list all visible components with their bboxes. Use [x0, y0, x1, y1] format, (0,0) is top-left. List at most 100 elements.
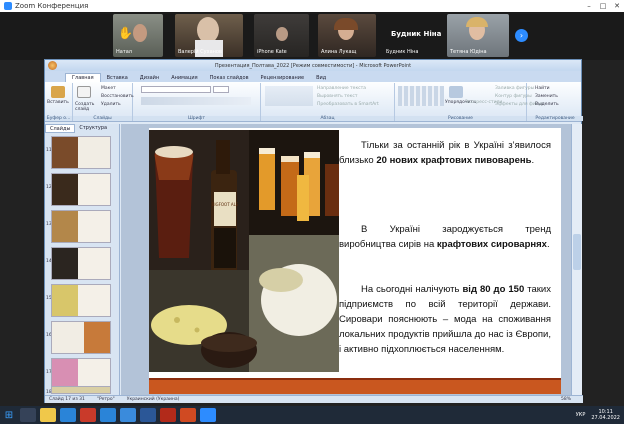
paragraph-cheese-trend: В Україні зароджується тренд виробництва… — [339, 224, 551, 250]
text-direction-button[interactable]: Направление текста — [317, 86, 366, 91]
group-label: Рисование — [395, 116, 526, 121]
reset-button[interactable]: Восстановить — [101, 94, 134, 99]
craft-beer-cheese-photo: BIGFOOT ALE — [149, 130, 339, 372]
ppt-window-title: Презентация_Полтава_2022 [Режим совмести… — [214, 62, 412, 69]
find-button[interactable]: Найти — [535, 86, 550, 91]
powerpoint-window-icon[interactable] — [180, 408, 196, 422]
tab-design[interactable]: Дизайн — [134, 74, 165, 82]
slide-bottom-bar — [149, 380, 561, 394]
app-icon[interactable] — [120, 408, 136, 422]
participant-tile[interactable]: Валерій Суханов — [175, 14, 243, 57]
paste-icon[interactable] — [51, 86, 65, 98]
participant-tile[interactable]: Тетяна Юдіна — [447, 14, 509, 57]
participant-name: Алина Лукащ — [321, 49, 357, 55]
tab-slides[interactable]: Слайды — [45, 124, 76, 133]
layout-button[interactable]: Макет — [101, 86, 116, 91]
slide-editor: BIGFOOT ALE Тільки за останній рік в Укр… — [121, 124, 571, 395]
group-font: Шрифт — [133, 83, 261, 121]
ppt-titlebar: Презентация_Полтава_2022 [Режим совмести… — [45, 60, 581, 71]
clock-date: 27.04.2022 — [591, 415, 620, 421]
minimize-icon[interactable]: – — [582, 2, 596, 10]
slides-panel: Слайды Структура 11 12 13 14 15 16 17 18 — [45, 124, 120, 395]
file-explorer-icon[interactable] — [40, 408, 56, 422]
group-label: Редактирование — [527, 116, 583, 121]
participant-name: iPhone Kate — [257, 49, 287, 55]
theme-name: "Ретро" — [96, 397, 115, 402]
participant-tile[interactable]: Будник Ніна Будник Ніна — [383, 14, 443, 57]
pdf-icon[interactable] — [160, 408, 176, 422]
group-label: Буфер о... — [45, 116, 72, 121]
windows-start-icon[interactable]: ⊞ — [0, 406, 18, 424]
font-name-field[interactable] — [141, 86, 211, 93]
bottle-label-text: BIGFOOT ALE — [212, 202, 239, 207]
slide-thumbnail[interactable] — [51, 386, 111, 394]
tab-outline[interactable]: Структура — [75, 124, 111, 133]
arrange-icon[interactable] — [449, 86, 463, 98]
replace-button[interactable]: Заменить — [535, 94, 558, 99]
tab-review[interactable]: Рецензирование — [255, 74, 311, 82]
next-page-icon[interactable]: › — [515, 29, 528, 42]
group-editing: Найти Заменить Выделить Редактирование — [527, 83, 583, 121]
outlook-icon[interactable] — [60, 408, 76, 422]
participant-name: Натал — [116, 49, 132, 55]
keyboard-language[interactable]: УКР — [576, 412, 586, 418]
align-text-button[interactable]: Выровнять текст — [317, 94, 357, 99]
panel-tabs: Слайды Структура — [45, 124, 119, 133]
participant-name: Будник Ніна — [386, 49, 419, 55]
word-icon[interactable] — [140, 408, 156, 422]
tab-animation[interactable]: Анимация — [165, 74, 203, 82]
powerpoint-window: Презентация_Полтава_2022 [Режим совмести… — [44, 59, 583, 403]
maximize-icon[interactable]: □ — [596, 2, 610, 10]
select-button[interactable]: Выделить — [535, 102, 559, 107]
participant-name: Тетяна Юдіна — [450, 49, 487, 55]
search-icon[interactable] — [20, 408, 36, 422]
slide-thumbnail[interactable] — [51, 247, 111, 280]
group-label: Шрифт — [133, 116, 260, 121]
ribbon-tabs: Главная Вставка Дизайн Анимация Показ сл… — [45, 71, 581, 82]
new-slide-button[interactable]: Создать слайд — [75, 102, 97, 112]
zoom-titlebar: Zoom Конференция – □ ✕ — [0, 0, 624, 12]
clock[interactable]: 10:11 27.04.2022 — [591, 409, 620, 421]
powerpoint-icon[interactable] — [80, 408, 96, 422]
shapes-gallery[interactable] — [398, 86, 444, 106]
system-tray: УКР 10:11 27.04.2022 — [576, 406, 620, 424]
para3-bold: від 80 до 150 — [462, 284, 525, 295]
slide-thumbnail[interactable] — [51, 321, 111, 354]
slide-thumbnail[interactable] — [51, 284, 111, 317]
paragraph-buttons[interactable] — [265, 86, 313, 106]
slide-thumbnail[interactable] — [51, 173, 111, 206]
edge-icon[interactable] — [100, 408, 116, 422]
participant-gallery: Натал ✋ Валерій Суханов iPhone Kate Алин… — [0, 12, 624, 60]
paste-button[interactable]: Вставить — [47, 100, 69, 105]
zoom-level[interactable]: 58% — [561, 397, 571, 402]
zoom-taskbar-icon[interactable] — [200, 408, 216, 422]
group-drawing: Упорядочить Экспресс-стили Заливка фигур… — [395, 83, 544, 121]
delete-button[interactable]: Удалить — [101, 102, 121, 107]
current-slide[interactable]: BIGFOOT ALE Тільки за останній рік в Укр… — [149, 128, 561, 394]
vertical-scrollbar[interactable] — [571, 124, 582, 395]
tab-view[interactable]: Вид — [310, 74, 332, 82]
office-button-icon[interactable] — [48, 61, 57, 70]
tab-home[interactable]: Главная — [65, 73, 101, 82]
font-format-buttons[interactable] — [141, 97, 251, 105]
zoom-logo-icon — [4, 2, 12, 10]
close-icon[interactable]: ✕ — [610, 2, 624, 10]
tab-slideshow[interactable]: Показ слайдов — [204, 74, 255, 82]
scroll-thumb[interactable] — [573, 234, 581, 270]
new-slide-icon[interactable] — [77, 86, 91, 98]
group-label: Слайды — [73, 116, 132, 121]
participant-name: Валерій Суханов — [178, 49, 222, 55]
slide-thumbnail[interactable] — [51, 136, 111, 169]
tab-insert[interactable]: Вставка — [101, 74, 134, 82]
participant-tile[interactable]: Алина Лукащ — [318, 14, 376, 57]
font-size-field[interactable] — [213, 86, 229, 93]
zoom-window-title: Zoom Конференция — [15, 2, 89, 10]
raised-hand-icon: ✋ — [118, 26, 133, 40]
smartart-button[interactable]: Преобразовать в SmartArt — [317, 102, 379, 107]
slide-thumbnail[interactable] — [51, 210, 111, 243]
windows-taskbar: ⊞ УКР 10:11 27.04.2022 — [0, 406, 624, 424]
ribbon: Вставить Буфер о... Создать слайд Макет … — [45, 82, 583, 122]
participant-tile[interactable]: iPhone Kate — [254, 14, 309, 57]
participant-big-name: Будник Ніна — [391, 30, 442, 38]
language-indicator: Украинский (Украина) — [126, 397, 180, 402]
